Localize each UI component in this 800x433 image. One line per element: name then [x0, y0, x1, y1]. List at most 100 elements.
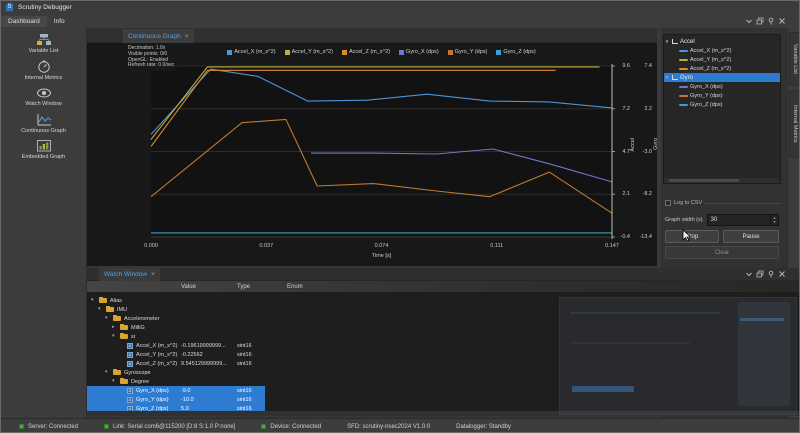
folder-icon — [120, 323, 128, 330]
float-window-icon[interactable] — [756, 270, 764, 278]
signal-item-accel-z-m-s-2[interactable]: Accel_Z (m_s^2) — [664, 64, 780, 73]
sidebar-item-label: Embedded Graph — [21, 154, 66, 160]
watch-item-label: Gyro_Y (dps) — [136, 396, 169, 403]
watch-item-value: -9.0 — [181, 387, 191, 394]
tab-continuous-graph[interactable]: Continuous Graph × — [123, 29, 194, 43]
signal-group-gyro[interactable]: ▾ Gyro — [664, 73, 780, 82]
expander-icon[interactable]: ▾ — [105, 369, 108, 375]
signal-item-gyro-x-dps[interactable]: Gyro_X (dps) — [664, 82, 780, 91]
x-tick-label: 0.074 — [374, 243, 389, 249]
tab-watch-window-label: Watch Window — [104, 271, 148, 278]
accel-tick-label: 4.7 — [622, 148, 630, 155]
variable-icon: A — [127, 397, 133, 403]
vertical-tab-label: Internal Metrics — [792, 105, 798, 143]
expander-icon[interactable]: ▾ — [105, 315, 108, 321]
graph-width-row: Graph width (s) 30 ▲ ▼ — [665, 214, 779, 226]
stop-button[interactable]: Stop — [665, 230, 719, 243]
graph-width-spinner[interactable]: 30 ▲ ▼ — [706, 214, 779, 226]
legend-label: Accel_X (m_s^2) — [234, 49, 276, 55]
graph-width-value: 30 — [710, 217, 718, 223]
watch-tab-bar: Watch Window × — [87, 268, 799, 281]
chevron-down-icon[interactable] — [745, 17, 753, 25]
gyro-tick-label: -3.0 — [642, 148, 652, 155]
signal-item-gyro-y-dps[interactable]: Gyro_Y (dps) — [664, 91, 780, 100]
column-header-enum[interactable]: Enum — [287, 284, 303, 290]
sidebar-item-continuous-graph[interactable]: Continuous Graph — [1, 113, 86, 135]
menu-item-dashboard[interactable]: Dashboard — [1, 15, 47, 27]
watch-item-value: -0.19619999999... — [181, 342, 226, 349]
app-window: S Scrutiny Debugger Dashboard Info Variab… — [0, 0, 800, 433]
pin-icon[interactable] — [767, 270, 775, 278]
legend-item-gyro-y-dps[interactable]: Gyro_Y (dps) — [447, 49, 487, 55]
close-icon[interactable] — [778, 17, 786, 25]
legend-item-gyro-x-dps[interactable]: Gyro_X (dps) — [399, 49, 439, 55]
status-led — [19, 424, 24, 429]
legend-item-accel-x-m-s-2[interactable]: Accel_X (m_s^2) — [227, 49, 276, 55]
legend-item-accel-z-m-s-2[interactable]: Accel_Z (m_s^2) — [341, 49, 390, 55]
close-icon[interactable]: × — [151, 271, 155, 278]
x-tick-label: 0.147 — [605, 243, 619, 249]
expander-icon[interactable]: ▾ — [98, 306, 101, 312]
sidebar-item-embedded-graph[interactable]: Embedded Graph — [1, 139, 86, 161]
tree-hscrollbar[interactable] — [664, 178, 780, 183]
pause-button[interactable]: Pause — [723, 230, 779, 243]
graph-tab-bar: Continuous Graph × — [87, 28, 657, 43]
legend-swatch — [399, 49, 405, 55]
vertical-tab-internal-metrics[interactable]: Internal Metrics — [789, 90, 799, 158]
watch-item-value: -10.0 — [181, 396, 194, 403]
clear-button[interactable]: Clear — [665, 246, 779, 259]
sidebar-item-variable-list[interactable]: Variable List — [1, 33, 86, 55]
sidebar-item-label: Internal Metrics — [24, 74, 63, 81]
watch-item-label: Gyro_X (dps) — [136, 387, 169, 394]
status-item-link: Link: Serial com6@115200 [D:8 S:1.0 P:no… — [104, 424, 235, 430]
expander-icon[interactable]: ▸ — [112, 324, 115, 330]
expander-icon[interactable]: ▾ — [112, 378, 115, 384]
expander-icon[interactable]: ▾ — [91, 297, 94, 303]
spinner-arrows[interactable]: ▲ ▼ — [770, 215, 778, 225]
log-to-csv-checkbox[interactable] — [665, 200, 671, 206]
variable-icon: A — [127, 361, 133, 367]
watch-item-label: si — [131, 333, 135, 340]
watch-item-type: sint16 — [237, 387, 252, 394]
signal-item-gyro-z-dps[interactable]: Gyro_Z (dps) — [664, 100, 780, 109]
column-header-type[interactable]: Type — [237, 284, 250, 290]
menu-item-info[interactable]: Info — [47, 16, 72, 27]
series-color-icon — [679, 67, 688, 70]
legend-label: Gyro_Z (dps) — [503, 49, 536, 55]
folder-icon — [120, 377, 128, 384]
legend-item-accel-y-m-s-2[interactable]: Accel_Y (m_s^2) — [284, 49, 333, 55]
expander-icon[interactable]: ▾ — [664, 75, 670, 81]
tab-watch-window[interactable]: Watch Window × — [99, 268, 160, 281]
status-text: Server: Connected — [28, 423, 79, 430]
dock-buttons-watch — [745, 270, 786, 278]
close-icon[interactable]: × — [185, 33, 189, 40]
signal-item-accel-y-m-s-2[interactable]: Accel_Y (m_s^2) — [664, 55, 780, 64]
gyro-tick-label: -8.2 — [642, 191, 652, 198]
watch-window-icon — [36, 88, 51, 98]
signal-group-accel[interactable]: ▾ Accel — [664, 37, 780, 46]
sidebar-item-internal-metrics[interactable]: Internal Metrics — [1, 60, 86, 82]
close-icon[interactable] — [778, 270, 786, 278]
x-tick-label: 0.111 — [490, 243, 504, 249]
watch-item-type: sint16 — [237, 351, 252, 358]
series-color-icon — [679, 85, 688, 88]
status-text: SFD: scrutiny-nsec2024 V1.0.0 — [347, 423, 431, 430]
continuous-graph-icon — [37, 113, 51, 125]
expander-icon[interactable]: ▾ — [664, 39, 670, 45]
signal-item-label: Gyro_X (dps) — [690, 83, 723, 90]
watch-table-header[interactable]: Value Type Enum — [87, 281, 799, 293]
column-header-value[interactable]: Value — [181, 284, 196, 290]
vertical-tab-variable-list[interactable]: Variable List — [789, 32, 799, 86]
expander-icon[interactable]: ▾ — [112, 333, 115, 339]
float-window-icon[interactable] — [756, 17, 764, 25]
series-accel-y-m-s-2 — [150, 66, 600, 140]
watch-item-label: MilliG — [131, 324, 145, 331]
sidebar-item-watch-window[interactable]: Watch Window — [1, 86, 86, 108]
chevron-down-icon[interactable] — [745, 270, 753, 278]
watch-item-type: sint16 — [237, 360, 252, 367]
graph-canvas[interactable] — [87, 43, 657, 266]
status-item-device: Device: Connected — [261, 424, 321, 430]
pin-icon[interactable] — [767, 17, 775, 25]
legend-item-gyro-z-dps[interactable]: Gyro_Z (dps) — [496, 49, 536, 55]
signal-item-accel-x-m-s-2[interactable]: Accel_X (m_s^2) — [664, 46, 780, 55]
